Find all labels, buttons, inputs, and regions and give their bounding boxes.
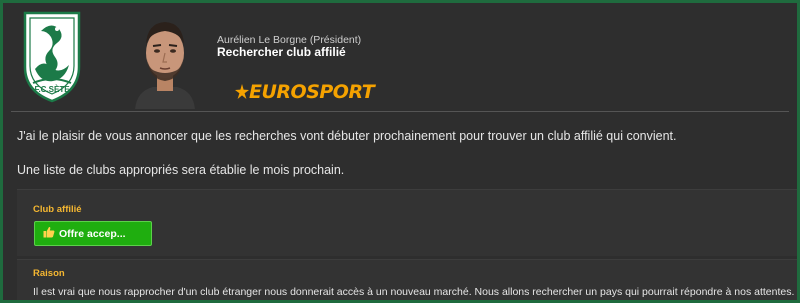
news-header: F.C.SÈTE Aurélien Le Borgne (Président) … bbox=[3, 3, 797, 111]
reason-label: Raison bbox=[33, 268, 65, 279]
club-name-text: F.C.SÈTE bbox=[34, 85, 70, 94]
star-icon bbox=[235, 84, 249, 99]
message-line-2: Une liste de clubs appropriés sera établ… bbox=[17, 163, 345, 177]
reason-text: Il est vrai que nous rapprocher d'un clu… bbox=[33, 286, 795, 298]
eurosport-logo: EUROSPORT bbox=[235, 81, 375, 103]
thumbs-up-icon bbox=[43, 226, 55, 241]
reason-panel: Raison Il est vrai que nous rapprocher d… bbox=[17, 259, 797, 300]
affiliate-label: Club affilié bbox=[33, 204, 82, 215]
news-subject: Rechercher club affilié bbox=[217, 45, 346, 59]
offer-accepted-button[interactable]: Offre accep... bbox=[34, 221, 152, 246]
club-crest-icon[interactable]: F.C.SÈTE bbox=[21, 9, 83, 105]
news-item-frame: F.C.SÈTE Aurélien Le Borgne (Président) … bbox=[3, 3, 797, 300]
offer-button-label: Offre accep... bbox=[59, 227, 126, 240]
message-line-1: J'ai le plaisir de vous annoncer que les… bbox=[17, 129, 677, 143]
eurosport-logo-text: EUROSPORT bbox=[249, 81, 375, 103]
president-portrait[interactable] bbox=[131, 9, 199, 109]
affiliate-panel: Club affilié Offre accep... bbox=[17, 189, 797, 256]
header-divider bbox=[11, 111, 789, 112]
